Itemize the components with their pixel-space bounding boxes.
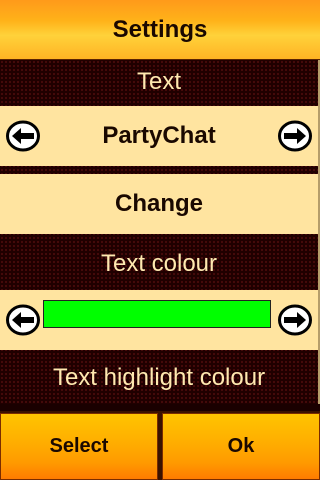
softkey-bar: Select Ok [0, 411, 320, 480]
arrow-left-icon[interactable] [6, 303, 40, 337]
title-bar: Settings [0, 0, 320, 60]
ok-label: Ok [227, 435, 255, 457]
text-colour-label: Text colour [100, 250, 218, 277]
settings-list[interactable]: Text PartyChat Change Text colour Text h… [0, 60, 318, 404]
text-selector-row[interactable]: PartyChat [0, 106, 318, 166]
arrow-right-icon[interactable] [278, 119, 312, 153]
text-section-label: Text [0, 60, 318, 104]
text-colour-swatch [43, 300, 271, 328]
text-value: PartyChat [102, 122, 216, 149]
ok-softkey[interactable]: Ok [162, 413, 320, 480]
change-button[interactable]: Change [0, 174, 318, 234]
text-colour-section-label: Text colour [0, 242, 318, 286]
highlight-colour-section-label: Text highlight colour [0, 356, 318, 400]
page-title: Settings [112, 15, 208, 43]
text-label: Text [136, 68, 181, 95]
change-label: Change [114, 190, 203, 217]
text-colour-row[interactable] [0, 290, 318, 350]
select-label: Select [49, 435, 109, 457]
arrow-right-icon[interactable] [278, 303, 312, 337]
arrow-left-icon[interactable] [6, 119, 40, 153]
select-softkey[interactable]: Select [0, 413, 158, 480]
highlight-colour-label: Text highlight colour [52, 364, 266, 391]
